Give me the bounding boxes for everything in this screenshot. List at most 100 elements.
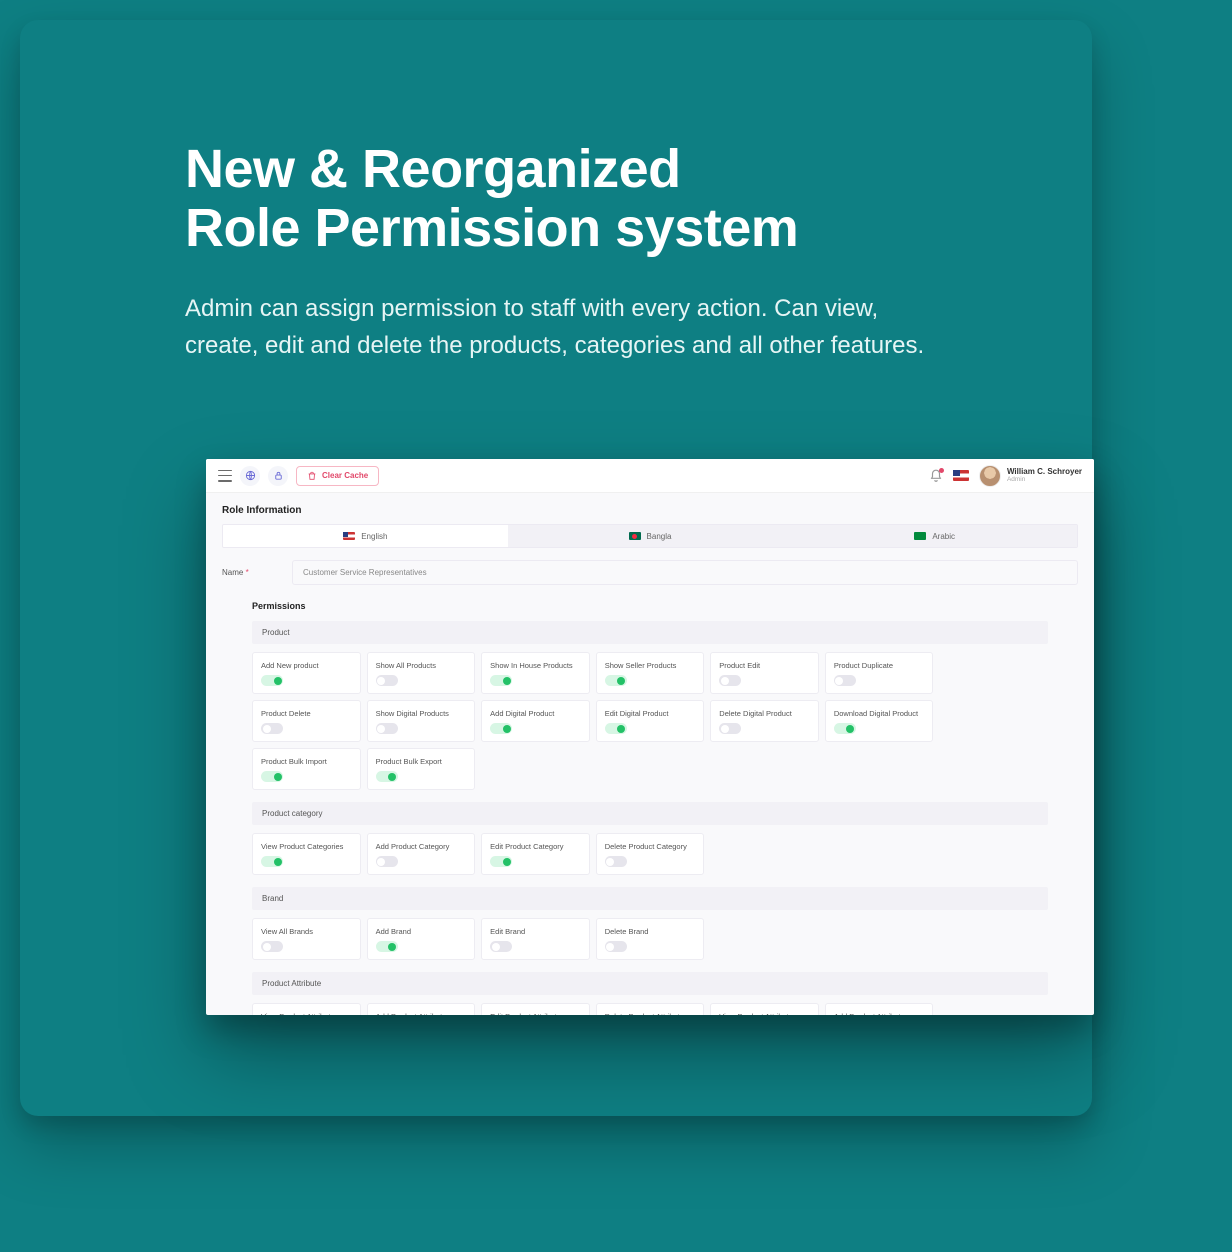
- permission-label: Product Bulk Export: [376, 757, 467, 766]
- permission-label: Add Brand: [376, 927, 467, 936]
- role-name-input[interactable]: Customer Service Representatives: [292, 560, 1078, 585]
- permission-label: Edit Product Attribute: [490, 1012, 581, 1015]
- permission-toggle[interactable]: [261, 723, 283, 734]
- permission-label: Delete Digital Product: [719, 709, 810, 718]
- name-label: Name *: [222, 568, 282, 577]
- permission-cell: Add New product: [252, 652, 361, 694]
- permission-toggle[interactable]: [490, 941, 512, 952]
- permission-toggle[interactable]: [376, 771, 398, 782]
- admin-screenshot: Clear Cache William C. Schroyer Admin: [206, 459, 1094, 1015]
- permission-group-grid: View All Brands Add Brand Edit Brand Delete…: [252, 910, 1048, 962]
- permission-label: Add New product: [261, 661, 352, 670]
- permission-group-grid: View Product CategoriesAdd Product Categ…: [252, 825, 1048, 877]
- permission-toggle[interactable]: [834, 723, 856, 734]
- permission-cell-empty: [939, 652, 1048, 694]
- permission-cell: Edit Product Category: [481, 833, 590, 875]
- permission-cell: Download Digital Product: [825, 700, 934, 742]
- permission-cell-empty: [939, 1003, 1048, 1015]
- permission-cell: Add Product Category: [367, 833, 476, 875]
- user-role: Admin: [1007, 476, 1082, 483]
- permission-label: View Product Attributes: [261, 1012, 352, 1015]
- permission-toggle[interactable]: [490, 723, 512, 734]
- permission-group-header: Product Attribute: [252, 972, 1048, 995]
- topbar: Clear Cache William C. Schroyer Admin: [206, 459, 1094, 493]
- permission-label: Product Edit: [719, 661, 810, 670]
- user-menu[interactable]: William C. Schroyer Admin: [979, 465, 1082, 487]
- permission-toggle[interactable]: [490, 856, 512, 867]
- permission-toggle[interactable]: [376, 675, 398, 686]
- permission-cell: Edit Brand: [481, 918, 590, 960]
- permission-toggle[interactable]: [834, 675, 856, 686]
- permission-cell: Show All Products: [367, 652, 476, 694]
- tab-english[interactable]: English: [223, 525, 508, 547]
- permission-toggle[interactable]: [261, 941, 283, 952]
- permission-cell: Show In House Products: [481, 652, 590, 694]
- clear-cache-button[interactable]: Clear Cache: [296, 466, 379, 486]
- permission-toggle[interactable]: [261, 675, 283, 686]
- permission-toggle[interactable]: [376, 856, 398, 867]
- permission-cell: Product Bulk Import: [252, 748, 361, 790]
- permission-group-header: Brand: [252, 887, 1048, 910]
- permission-toggle[interactable]: [376, 941, 398, 952]
- flag-sa-icon: [914, 532, 926, 540]
- lock-button[interactable]: [268, 466, 288, 486]
- permission-label: Add Digital Product: [490, 709, 581, 718]
- tab-bangla-label: Bangla: [647, 532, 672, 541]
- name-row: Name * Customer Service Representatives: [222, 548, 1078, 595]
- permission-cell: Product Duplicate: [825, 652, 934, 694]
- tab-bangla[interactable]: Bangla: [508, 525, 793, 547]
- permission-label: Edit Digital Product: [605, 709, 696, 718]
- permission-label: Show In House Products: [490, 661, 581, 670]
- notification-dot: [939, 468, 944, 473]
- clear-cache-label: Clear Cache: [322, 471, 368, 480]
- menu-icon[interactable]: [218, 470, 232, 482]
- globe-button[interactable]: [240, 466, 260, 486]
- flag-us-icon: [343, 532, 355, 540]
- hero-title-line2: Role Permission system: [185, 198, 798, 258]
- flag-bd-icon: [629, 532, 641, 540]
- permission-toggle[interactable]: [719, 723, 741, 734]
- permission-cell: Delete Brand: [596, 918, 705, 960]
- permission-toggle[interactable]: [719, 675, 741, 686]
- tab-arabic-label: Arabic: [932, 532, 955, 541]
- hero-subtitle: Admin can assign permission to staff wit…: [185, 290, 945, 364]
- permission-label: View Product Attribute Values: [719, 1012, 810, 1015]
- permission-cell: Edit Product Attribute: [481, 1003, 590, 1015]
- permission-cell: Delete Product Attribute: [596, 1003, 705, 1015]
- permission-toggle[interactable]: [605, 723, 627, 734]
- bell-icon[interactable]: [929, 469, 943, 483]
- permission-toggle[interactable]: [605, 856, 627, 867]
- permission-toggle[interactable]: [261, 856, 283, 867]
- tab-arabic[interactable]: Arabic: [792, 525, 1077, 547]
- permission-label: Delete Product Attribute: [605, 1012, 696, 1015]
- permission-cell: View All Brands: [252, 918, 361, 960]
- permission-cell: Product Bulk Export: [367, 748, 476, 790]
- permission-toggle[interactable]: [605, 941, 627, 952]
- panel-heading: Role Information: [222, 493, 1078, 524]
- permission-label: Add Product Category: [376, 842, 467, 851]
- permission-cell: Product Delete: [252, 700, 361, 742]
- language-flag-icon[interactable]: [953, 470, 969, 481]
- permission-group-grid: Add New product Show All Products Show In …: [252, 644, 1048, 792]
- permission-label: Add Product Attribute: [376, 1012, 467, 1015]
- permission-label: Add Product Attribute Values: [834, 1012, 925, 1015]
- permission-label: Edit Brand: [490, 927, 581, 936]
- hero-title: New & Reorganized Role Permission system: [185, 140, 965, 259]
- permission-label: Show Seller Products: [605, 661, 696, 670]
- permission-label: Product Bulk Import: [261, 757, 352, 766]
- hero-title-line1: New & Reorganized: [185, 139, 681, 199]
- permission-toggle[interactable]: [490, 675, 512, 686]
- permission-toggle[interactable]: [605, 675, 627, 686]
- permission-cell: View Product Attribute Values: [710, 1003, 819, 1015]
- permission-label: Download Digital Product: [834, 709, 925, 718]
- permission-cell: Delete Product Category: [596, 833, 705, 875]
- permission-label: Product Duplicate: [834, 661, 925, 670]
- permission-cell: Add Brand: [367, 918, 476, 960]
- permission-toggle[interactable]: [376, 723, 398, 734]
- permission-cell: Show Digital Products: [367, 700, 476, 742]
- trash-icon: [307, 471, 317, 481]
- permission-cell: Add Product Attribute: [367, 1003, 476, 1015]
- permission-toggle[interactable]: [261, 771, 283, 782]
- permission-cell: Show Seller Products: [596, 652, 705, 694]
- permission-label: Show All Products: [376, 661, 467, 670]
